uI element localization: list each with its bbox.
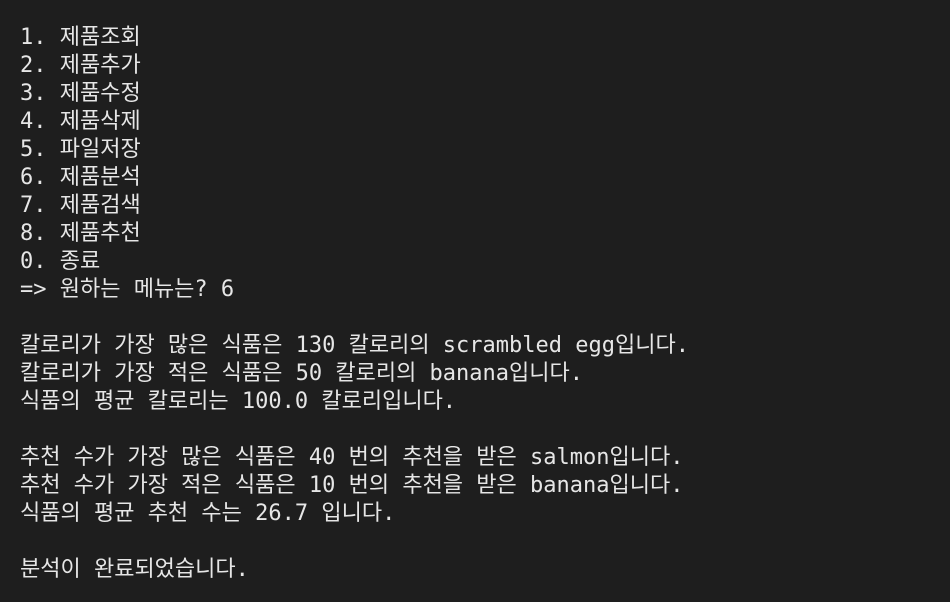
calorie-max-line: 칼로리가 가장 많은 식품은 130 칼로리의 scrambled egg입니다… [20,333,689,358]
calorie-min-line: 칼로리가 가장 적은 식품은 50 칼로리의 banana입니다. [20,361,583,386]
recommend-min-line: 추천 수가 가장 적은 식품은 10 번의 추천을 받은 banana입니다. [20,473,684,498]
menu-item-add: 2. 제품추가 [20,53,141,78]
menu-item-edit: 3. 제품수정 [20,81,141,106]
menu-item-view: 1. 제품조회 [20,25,141,50]
menu-item-search: 7. 제품검색 [20,193,141,218]
recommend-avg-line: 식품의 평균 추천 수는 26.7 입니다. [20,501,396,526]
menu-item-recommend: 8. 제품추천 [20,221,141,246]
menu-prompt: => 원하는 메뉴는? 6 [20,277,235,302]
recommend-max-line: 추천 수가 가장 많은 식품은 40 번의 추천을 받은 salmon입니다. [20,445,684,470]
menu-item-exit: 0. 종료 [20,249,101,274]
analysis-complete-line: 분석이 완료되었습니다. [20,557,249,582]
menu-item-save-file: 5. 파일저장 [20,137,141,162]
calorie-avg-line: 식품의 평균 칼로리는 100.0 칼로리입니다. [20,389,457,414]
terminal-output: 1. 제품조회 2. 제품추가 3. 제품수정 4. 제품삭제 5. 파일저장 … [0,0,950,602]
menu-item-delete: 4. 제품삭제 [20,109,141,134]
menu-item-analyze: 6. 제품분석 [20,165,141,190]
